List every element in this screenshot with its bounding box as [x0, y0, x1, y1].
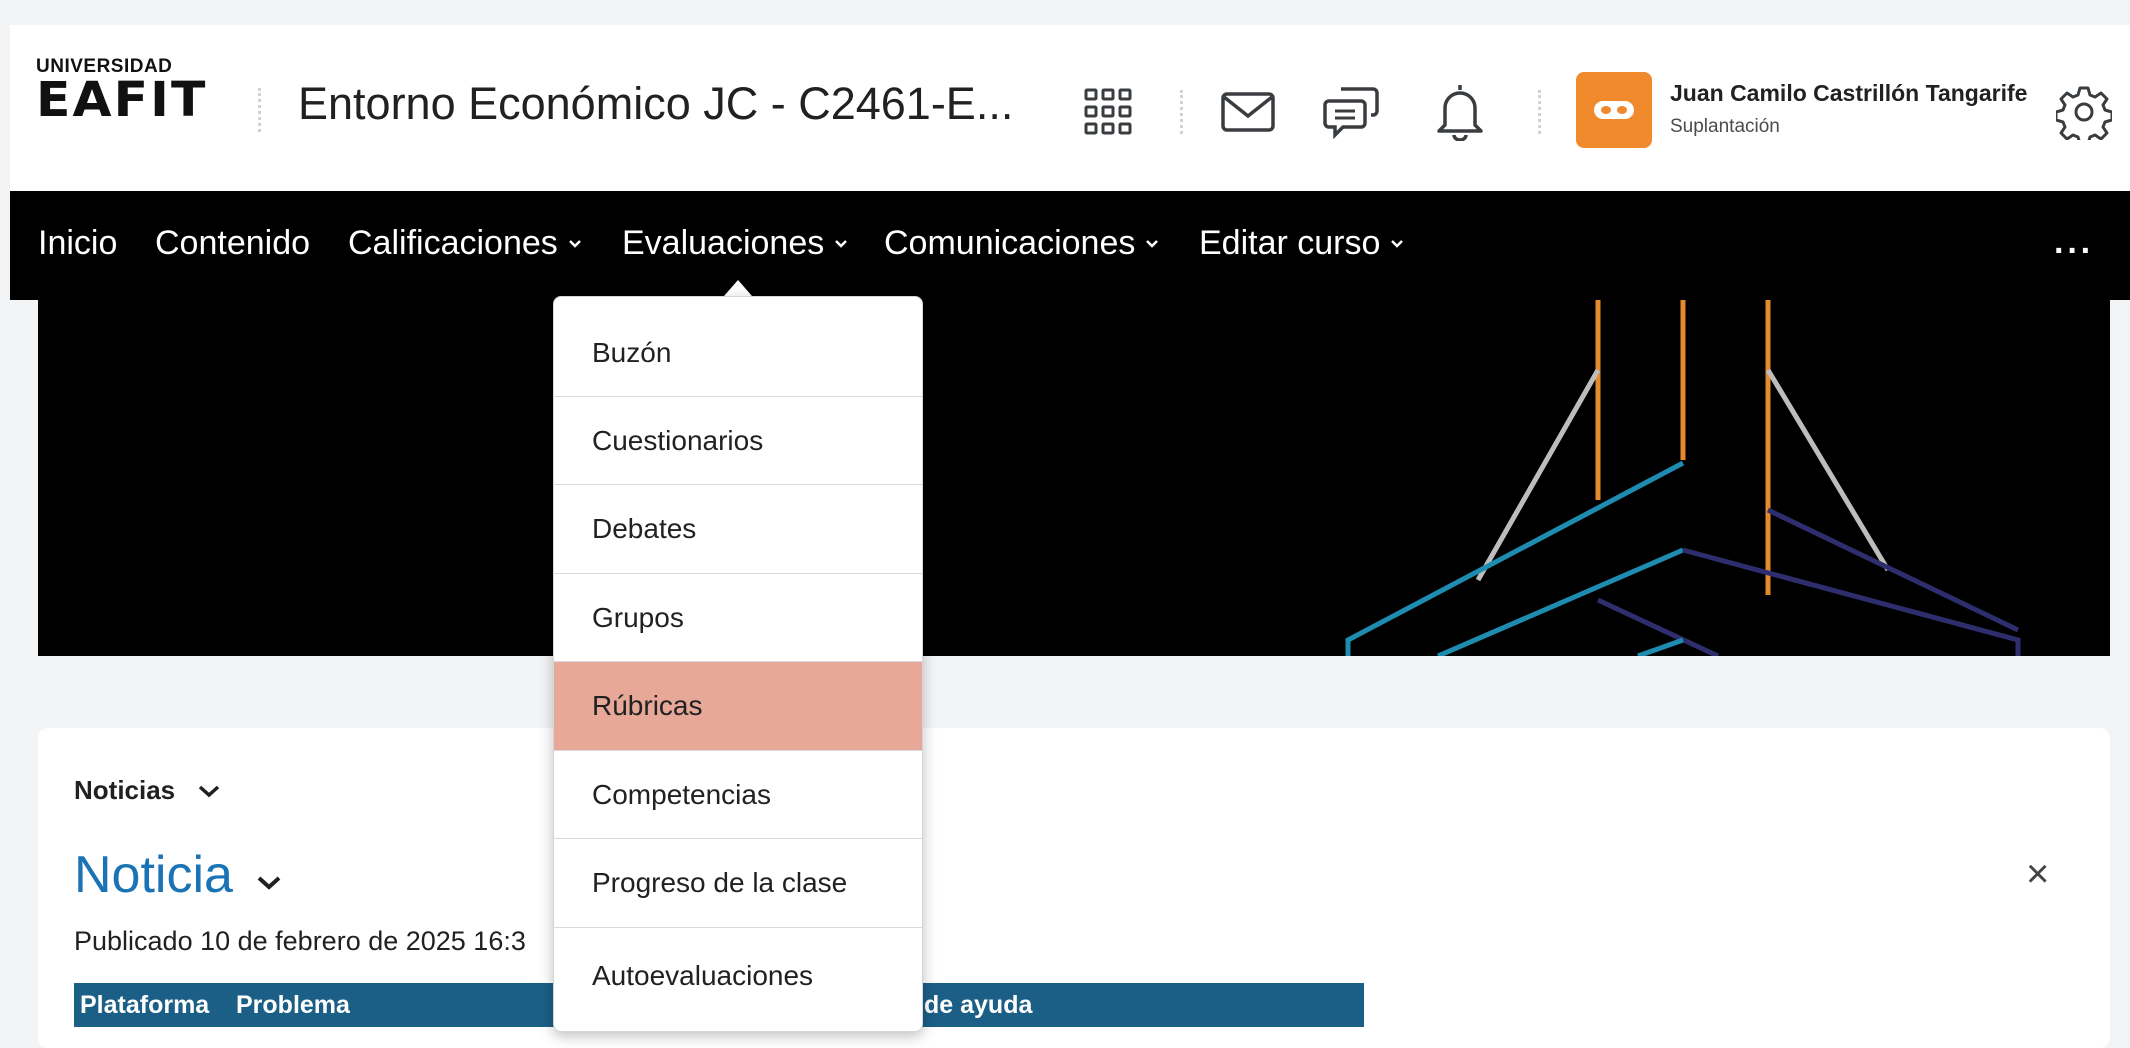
gear-icon[interactable]: [2054, 82, 2114, 142]
evaluaciones-dropdown-menu: Buzón Cuestionarios Debates Grupos Rúbri…: [553, 296, 923, 1032]
table-header-cell: de ayuda: [924, 991, 1033, 1019]
grid-icon[interactable]: [1080, 84, 1136, 140]
menu-item-buzon[interactable]: Buzón: [554, 297, 922, 397]
nav-label: Comunicaciones: [884, 224, 1136, 262]
header-divider: [258, 88, 264, 132]
bell-icon[interactable]: [1430, 80, 1490, 142]
menu-item-cuestionarios[interactable]: Cuestionarios: [554, 397, 922, 485]
nav-label: Contenido: [155, 224, 311, 262]
nav-editar-curso[interactable]: Editar curso: [1199, 224, 1404, 263]
chevron-down-icon: [1391, 239, 1404, 248]
mail-icon[interactable]: [1218, 84, 1278, 140]
nav-label: Inicio: [38, 224, 118, 262]
course-banner-image: [38, 300, 2110, 656]
menu-item-rubricas[interactable]: Rúbricas: [554, 662, 922, 751]
published-date: Publicado 10 de febrero de 2025 16:3: [74, 926, 526, 956]
widget-title: Noticias: [74, 775, 176, 805]
nav-label: Calificaciones: [348, 224, 558, 262]
nav-comunicaciones[interactable]: Comunicaciones: [884, 224, 1159, 263]
news-title-text: Noticia: [74, 846, 233, 904]
news-title[interactable]: Noticia: [74, 845, 283, 905]
user-role: Suplantación: [1670, 116, 1780, 137]
chevron-down-icon: [568, 239, 581, 248]
nav-label: Evaluaciones: [622, 224, 825, 262]
user-name[interactable]: Juan Camilo Castrillón Tangarife: [1670, 80, 2027, 107]
menu-item-competencias[interactable]: Competencias: [554, 751, 922, 839]
table-header-cell: Plataforma: [80, 991, 210, 1019]
menu-item-debates[interactable]: Debates: [554, 485, 922, 574]
more-options-button[interactable]: ···: [2054, 232, 2094, 271]
course-title[interactable]: Entorno Económico JC - C2461-E...: [298, 78, 1013, 130]
nav-contenido[interactable]: Contenido: [155, 224, 310, 263]
logo-line2: EAFIT: [36, 72, 208, 128]
table-header-cell: Problema: [236, 991, 350, 1019]
menu-item-grupos[interactable]: Grupos: [554, 574, 922, 662]
dropdown-caret: [724, 280, 752, 296]
nav-evaluaciones[interactable]: Evaluaciones: [622, 224, 848, 263]
header-divider: [1538, 90, 1544, 134]
chevron-down-icon: [835, 239, 848, 248]
widget-header[interactable]: Noticias: [74, 775, 221, 806]
chevron-down-icon: [1146, 239, 1159, 248]
menu-item-autoevaluaciones[interactable]: Autoevaluaciones: [554, 928, 922, 1024]
university-logo[interactable]: UNIVERSIDAD EAFIT: [36, 57, 221, 125]
nav-inicio[interactable]: Inicio: [38, 224, 117, 263]
avatar[interactable]: [1576, 72, 1652, 148]
header-divider: [1180, 90, 1186, 134]
nav-calificaciones[interactable]: Calificaciones: [348, 224, 582, 263]
nav-label: Editar curso: [1199, 224, 1381, 262]
chat-icon[interactable]: [1322, 82, 1382, 142]
menu-item-progreso-clase[interactable]: Progreso de la clase: [554, 839, 922, 928]
close-icon[interactable]: ×: [2026, 852, 2049, 897]
chevron-down-icon[interactable]: [197, 783, 221, 799]
chevron-down-icon[interactable]: [255, 873, 283, 891]
